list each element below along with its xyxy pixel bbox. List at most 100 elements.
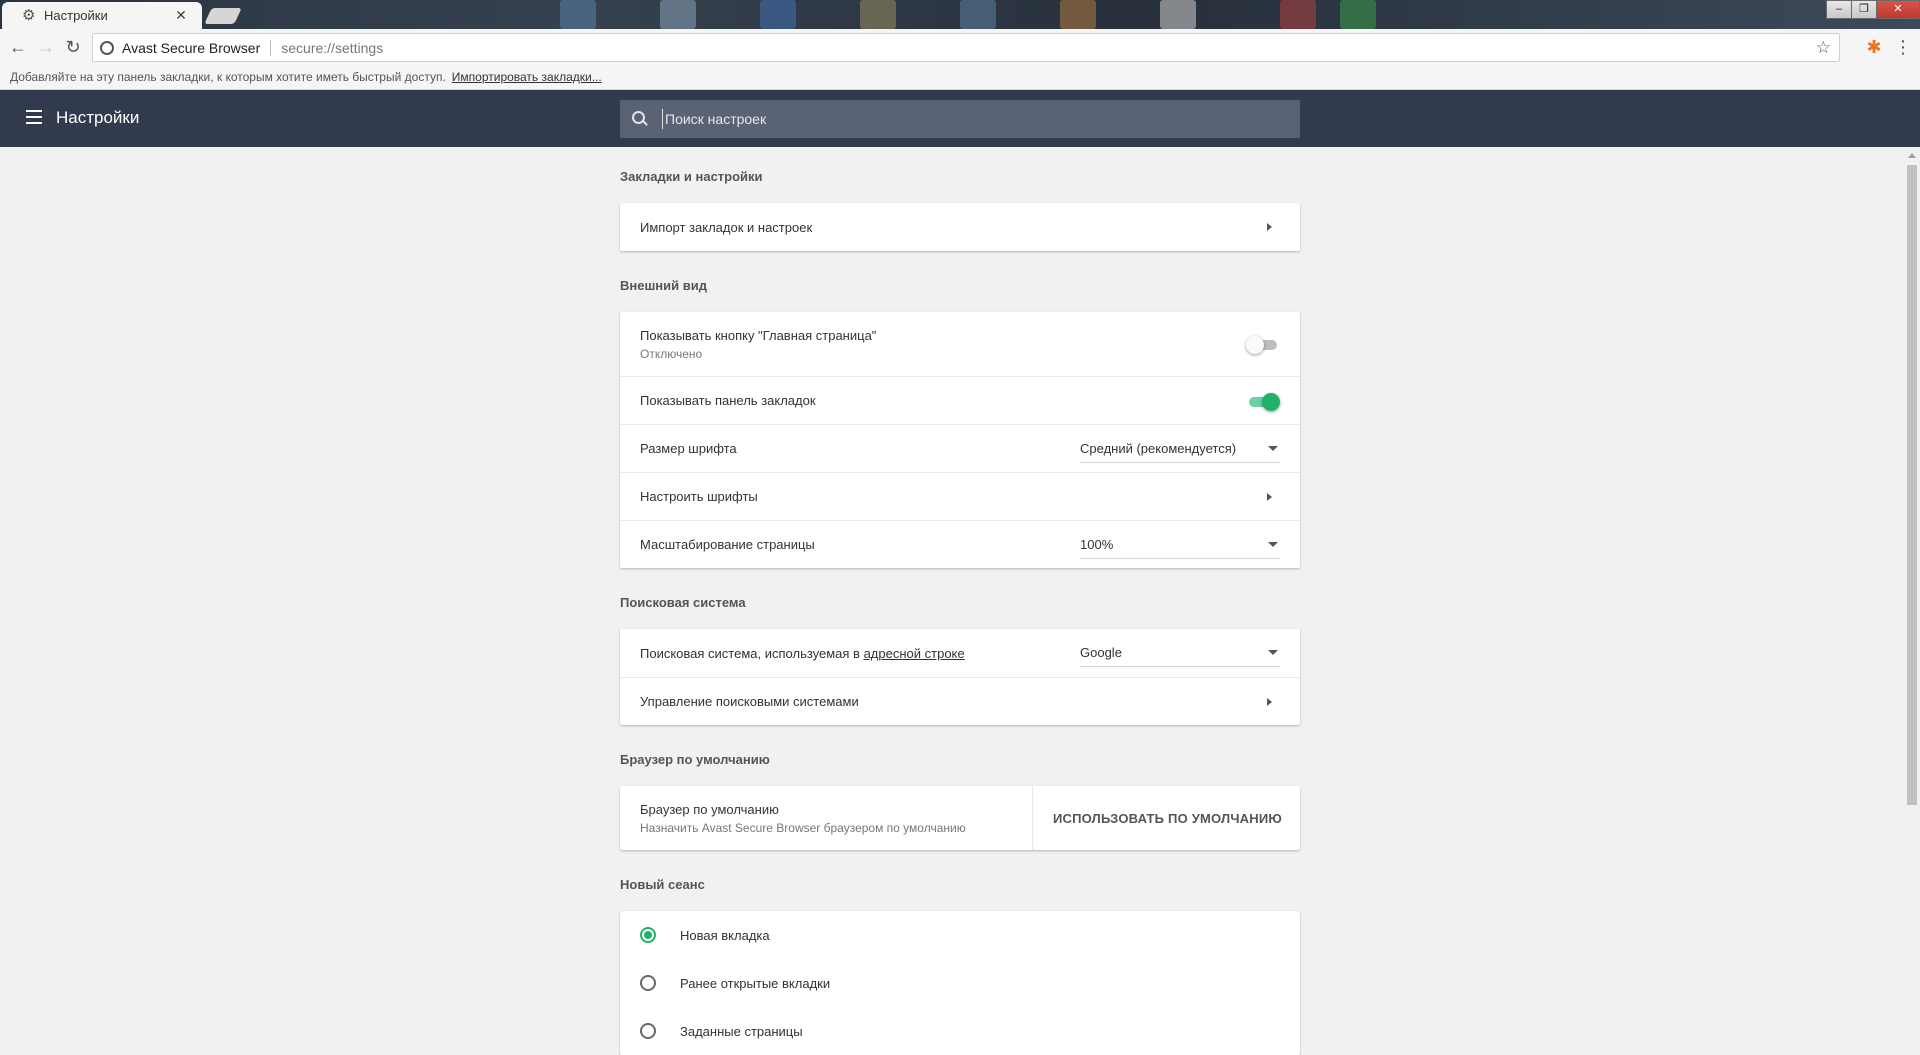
reload-button[interactable]: ↻ (63, 37, 83, 57)
startup-option-label: Новая вкладка (680, 927, 770, 943)
close-icon[interactable]: ✕ (174, 7, 188, 24)
manage-search-engines-label: Управление поисковыми системами (640, 694, 859, 709)
radio-button[interactable] (640, 927, 656, 943)
search-engine-label: Поисковая система, используемая в адресн… (640, 646, 1080, 661)
search-icon (632, 111, 648, 127)
startup-option-previous-tabs[interactable]: Ранее открытые вкладки (620, 959, 1300, 1007)
customize-fonts-label: Настроить шрифты (640, 489, 758, 504)
bookmarks-bar-label: Показывать панель закладок (640, 393, 816, 408)
search-input[interactable] (662, 109, 1300, 129)
card-search: Поисковая система, используемая в адресн… (620, 629, 1300, 725)
avast-extension-icon[interactable]: ✱ (1864, 37, 1884, 57)
tab-settings[interactable]: ⚙ Настройки ✕ (2, 2, 202, 29)
browser-toolbar: ← → ↻ Avast Secure Browser secure://sett… (0, 29, 1920, 65)
url-text[interactable]: secure://settings (281, 40, 1816, 56)
back-button[interactable]: ← (8, 37, 28, 57)
desktop-background (960, 0, 996, 29)
import-bookmarks-row[interactable]: Импорт закладок и настроек (620, 203, 1300, 251)
window-controls: – ❐ ✕ (1826, 0, 1920, 19)
card-bookmarks: Импорт закладок и настроек (620, 203, 1300, 251)
card-appearance: Показывать кнопку "Главная страница" Отк… (620, 312, 1300, 568)
scrollbar-thumb[interactable] (1907, 165, 1917, 805)
font-size-select[interactable]: Средний (рекомендуется) (1080, 435, 1280, 463)
page-zoom-label: Масштабирование страницы (640, 537, 815, 552)
section-title-startup: Новый сеанс (620, 877, 705, 892)
settings-content: Закладки и настройки Импорт закладок и н… (620, 147, 1300, 1055)
default-browser-label: Браузер по умолчанию (640, 801, 779, 817)
search-engine-value: Google (1080, 645, 1122, 660)
font-size-value: Средний (рекомендуется) (1080, 440, 1237, 456)
home-button-toggle[interactable] (1246, 334, 1280, 354)
minimize-button[interactable]: – (1826, 0, 1852, 19)
radio-button[interactable] (640, 1023, 656, 1039)
forward-button[interactable]: → (36, 37, 56, 57)
default-browser-sub: Назначить Avast Secure Browser браузером… (640, 820, 966, 835)
desktop-background (1060, 0, 1096, 29)
new-tab-button[interactable] (204, 8, 242, 24)
default-browser-row: Браузер по умолчанию Назначить Avast Sec… (620, 786, 1300, 850)
desktop-background (1160, 0, 1196, 29)
section-title-search: Поисковая система (620, 595, 746, 610)
manage-search-engines-row[interactable]: Управление поисковыми системами (620, 677, 1300, 725)
search-engine-label-text: Поисковая система, используемая в (640, 645, 864, 661)
address-bar-link[interactable]: адресной строке (864, 646, 965, 661)
window-close-button[interactable]: ✕ (1876, 0, 1920, 19)
chevron-down-icon (1268, 445, 1278, 451)
gear-icon: ⚙ (22, 6, 36, 24)
import-bookmarks-link[interactable]: Импортировать закладки... (452, 70, 602, 84)
arrow-right-icon (1267, 697, 1272, 706)
section-title-appearance: Внешний вид (620, 278, 707, 293)
home-button-label: Показывать кнопку "Главная страница" (640, 327, 877, 343)
make-default-button[interactable]: ИСПОЛЬЗОВАТЬ ПО УМОЛЧАНИЮ (1031, 786, 1282, 850)
page-title: Настройки (56, 108, 140, 127)
desktop-background (760, 0, 796, 29)
radio-button[interactable] (640, 975, 656, 991)
startup-option-specific-pages[interactable]: Заданные страницы (620, 1007, 1300, 1055)
bookmarks-bar-hint: Добавляйте на эту панель закладки, к кот… (10, 70, 446, 84)
chevron-down-icon (1268, 541, 1278, 547)
page-zoom-value: 100% (1080, 536, 1114, 552)
bookmarks-bar-row[interactable]: Показывать панель закладок (620, 376, 1300, 424)
site-name: Avast Secure Browser (122, 39, 261, 56)
page-zoom-select[interactable]: 100% (1080, 531, 1280, 559)
tab-title: Настройки (44, 8, 108, 23)
search-engine-row: Поисковая система, используемая в адресн… (620, 629, 1300, 677)
security-shield-icon (100, 40, 114, 55)
card-default-browser: Браузер по умолчанию Назначить Avast Sec… (620, 786, 1300, 850)
home-button-row[interactable]: Показывать кнопку "Главная страница" Отк… (620, 312, 1300, 376)
settings-header: Настройки (0, 90, 1920, 147)
startup-option-label: Ранее открытые вкладки (680, 975, 831, 991)
desktop-background (1280, 0, 1316, 29)
tab-strip: ⚙ Настройки ✕ – ❐ ✕ (0, 0, 1920, 29)
font-size-row: Размер шрифта Средний (рекомендуется) (620, 424, 1300, 472)
section-title-default-browser: Браузер по умолчанию (620, 752, 770, 767)
restore-button[interactable]: ❐ (1851, 0, 1877, 19)
menu-icon[interactable] (26, 110, 42, 124)
scroll-up-arrow-icon[interactable] (1908, 153, 1916, 158)
page-zoom-row: Масштабирование страницы 100% (620, 520, 1300, 568)
desktop-background (1340, 0, 1376, 29)
settings-search[interactable] (620, 100, 1300, 138)
bookmarks-bar-toggle[interactable] (1246, 391, 1280, 411)
browser-menu-icon[interactable]: ⋮ (1894, 37, 1912, 57)
bookmark-star-icon[interactable]: ☆ (1816, 38, 1831, 58)
bookmarks-bar: Добавляйте на эту панель закладки, к кот… (0, 65, 1920, 90)
address-bar[interactable]: Avast Secure Browser secure://settings ☆ (92, 33, 1840, 62)
arrow-right-icon (1267, 223, 1272, 231)
card-startup: Новая вкладка Ранее открытые вкладки Зад… (620, 911, 1300, 1055)
desktop-background (560, 0, 596, 29)
startup-option-new-tab[interactable]: Новая вкладка (620, 911, 1300, 959)
section-title-bookmarks: Закладки и настройки (620, 169, 763, 184)
customize-fonts-row[interactable]: Настроить шрифты (620, 472, 1300, 520)
vertical-scrollbar[interactable] (1903, 147, 1920, 1040)
search-engine-select[interactable]: Google (1080, 639, 1280, 667)
arrow-right-icon (1267, 492, 1272, 501)
desktop-background (660, 0, 696, 29)
chevron-down-icon (1268, 650, 1278, 655)
home-button-status: Отключено (640, 346, 703, 361)
desktop-background (860, 0, 896, 29)
omnibox-separator (270, 39, 272, 56)
import-bookmarks-label: Импорт закладок и настроек (640, 219, 813, 235)
font-size-label: Размер шрифта (640, 441, 737, 456)
startup-option-label: Заданные страницы (680, 1023, 803, 1039)
